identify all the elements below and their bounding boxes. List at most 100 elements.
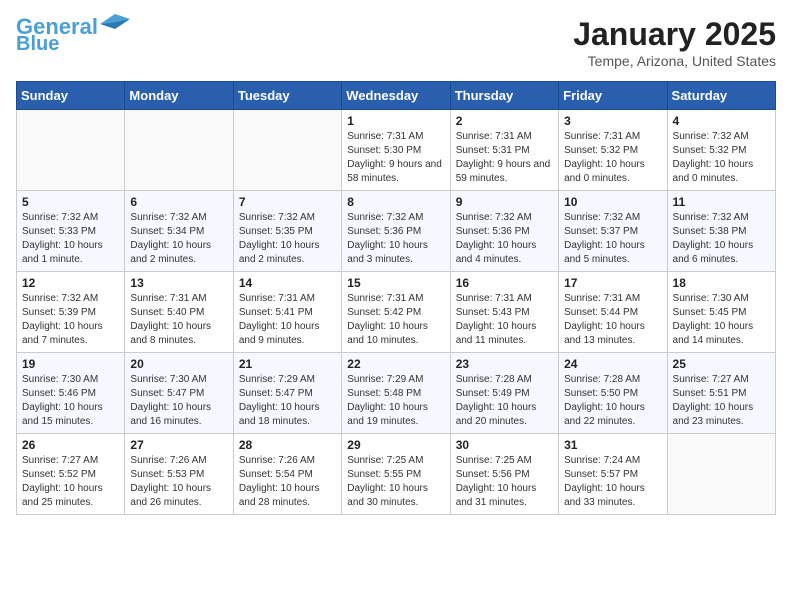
calendar-title: January 2025: [573, 16, 776, 53]
calendar-cell: 20 Sunrise: 7:30 AMSunset: 5:47 PMDayligh…: [125, 353, 233, 434]
logo-bird-icon: [100, 14, 130, 34]
calendar-cell: 6 Sunrise: 7:32 AMSunset: 5:34 PMDaylight…: [125, 191, 233, 272]
calendar-cell: 3Sunrise: 7:31 AMSunset: 5:32 PMDaylight…: [559, 110, 667, 191]
calendar-cell: 2 Sunrise: 7:31 AMSunset: 5:31 PMDaylight…: [450, 110, 558, 191]
calendar-cell: 27Sunrise: 7:26 AMSunset: 5:53 PMDayligh…: [125, 434, 233, 515]
day-number: 6: [130, 195, 227, 209]
calendar-cell: 29 Sunrise: 7:25 AMSunset: 5:55 PMDayligh…: [342, 434, 450, 515]
calendar-cell: 13Sunrise: 7:31 AMSunset: 5:40 PMDayligh…: [125, 272, 233, 353]
day-number: 17: [564, 276, 661, 290]
day-info: Sunrise: 7:32 AMSunset: 5:34 PMDaylight:…: [130, 211, 227, 267]
day-number: 25: [673, 357, 770, 371]
day-info: Sunrise: 7:31 AMSunset: 5:31 PMDaylight:…: [456, 130, 553, 186]
day-number: 15: [347, 276, 444, 290]
day-info: Sunrise: 7:31 AMSunset: 5:30 PMDaylight:…: [347, 130, 444, 186]
calendar-cell: 26 Sunrise: 7:27 AMSunset: 5:52 PMDayligh…: [17, 434, 125, 515]
calendar-subtitle: Tempe, Arizona, United States: [573, 53, 776, 69]
calendar-cell: 9 Sunrise: 7:32 AMSunset: 5:36 PMDaylight…: [450, 191, 558, 272]
day-number: 12: [22, 276, 119, 290]
day-number: 18: [673, 276, 770, 290]
calendar-cell: 8 Sunrise: 7:32 AMSunset: 5:36 PMDaylight…: [342, 191, 450, 272]
day-number: 1: [347, 114, 444, 128]
calendar-cell: 15 Sunrise: 7:31 AMSunset: 5:42 PMDayligh…: [342, 272, 450, 353]
day-number: 23: [456, 357, 553, 371]
day-info: Sunrise: 7:31 AMSunset: 5:43 PMDaylight:…: [456, 292, 553, 348]
day-number: 26: [22, 438, 119, 452]
day-info: Sunrise: 7:32 AMSunset: 5:36 PMDaylight:…: [347, 211, 444, 267]
day-info: Sunrise: 7:27 AMSunset: 5:52 PMDaylight:…: [22, 454, 119, 510]
weekday-header-wednesday: Wednesday: [342, 82, 450, 110]
day-info: Sunrise: 7:29 AMSunset: 5:47 PMDaylight:…: [239, 373, 336, 429]
day-number: 11: [673, 195, 770, 209]
calendar-cell: [125, 110, 233, 191]
day-info: Sunrise: 7:27 AMSunset: 5:51 PMDaylight:…: [673, 373, 770, 429]
weekday-header-friday: Friday: [559, 82, 667, 110]
calendar-cell: 16 Sunrise: 7:31 AMSunset: 5:43 PMDayligh…: [450, 272, 558, 353]
day-number: 20: [130, 357, 227, 371]
logo-text-blue: Blue: [16, 34, 59, 54]
calendar-cell: [667, 434, 775, 515]
calendar-cell: 25 Sunrise: 7:27 AMSunset: 5:51 PMDayligh…: [667, 353, 775, 434]
day-number: 31: [564, 438, 661, 452]
day-info: Sunrise: 7:32 AMSunset: 5:32 PMDaylight:…: [673, 130, 770, 186]
day-number: 4: [673, 114, 770, 128]
logo: General Blue: [16, 16, 130, 54]
day-info: Sunrise: 7:32 AMSunset: 5:38 PMDaylight:…: [673, 211, 770, 267]
calendar-cell: 4 Sunrise: 7:32 AMSunset: 5:32 PMDaylight…: [667, 110, 775, 191]
day-number: 5: [22, 195, 119, 209]
day-number: 10: [564, 195, 661, 209]
calendar-table: SundayMondayTuesdayWednesdayThursdayFrid…: [16, 81, 776, 515]
day-info: Sunrise: 7:32 AMSunset: 5:36 PMDaylight:…: [456, 211, 553, 267]
day-number: 8: [347, 195, 444, 209]
day-info: Sunrise: 7:30 AMSunset: 5:46 PMDaylight:…: [22, 373, 119, 429]
calendar-cell: 21 Sunrise: 7:29 AMSunset: 5:47 PMDayligh…: [233, 353, 341, 434]
day-number: 27: [130, 438, 227, 452]
day-info: Sunrise: 7:28 AMSunset: 5:49 PMDaylight:…: [456, 373, 553, 429]
calendar-cell: 12 Sunrise: 7:32 AMSunset: 5:39 PMDayligh…: [17, 272, 125, 353]
calendar-cell: 1 Sunrise: 7:31 AMSunset: 5:30 PMDaylight…: [342, 110, 450, 191]
calendar-cell: 24 Sunrise: 7:28 AMSunset: 5:50 PMDayligh…: [559, 353, 667, 434]
calendar-cell: 19 Sunrise: 7:30 AMSunset: 5:46 PMDayligh…: [17, 353, 125, 434]
calendar-cell: 30Sunrise: 7:25 AMSunset: 5:56 PMDayligh…: [450, 434, 558, 515]
calendar-cell: 5Sunrise: 7:32 AMSunset: 5:33 PMDaylight…: [17, 191, 125, 272]
title-block: January 2025 Tempe, Arizona, United Stat…: [573, 16, 776, 69]
day-number: 24: [564, 357, 661, 371]
day-info: Sunrise: 7:31 AMSunset: 5:44 PMDaylight:…: [564, 292, 661, 348]
day-number: 30: [456, 438, 553, 452]
day-info: Sunrise: 7:29 AMSunset: 5:48 PMDaylight:…: [347, 373, 444, 429]
day-info: Sunrise: 7:32 AMSunset: 5:37 PMDaylight:…: [564, 211, 661, 267]
day-number: 16: [456, 276, 553, 290]
day-info: Sunrise: 7:25 AMSunset: 5:55 PMDaylight:…: [347, 454, 444, 510]
day-number: 21: [239, 357, 336, 371]
day-number: 14: [239, 276, 336, 290]
day-number: 28: [239, 438, 336, 452]
week-row-1: 1 Sunrise: 7:31 AMSunset: 5:30 PMDaylight…: [17, 110, 776, 191]
day-number: 2: [456, 114, 553, 128]
day-info: Sunrise: 7:28 AMSunset: 5:50 PMDaylight:…: [564, 373, 661, 429]
calendar-cell: 18Sunrise: 7:30 AMSunset: 5:45 PMDayligh…: [667, 272, 775, 353]
day-number: 7: [239, 195, 336, 209]
calendar-cell: 28 Sunrise: 7:26 AMSunset: 5:54 PMDayligh…: [233, 434, 341, 515]
week-row-4: 19 Sunrise: 7:30 AMSunset: 5:46 PMDayligh…: [17, 353, 776, 434]
weekday-header-sunday: Sunday: [17, 82, 125, 110]
week-row-3: 12 Sunrise: 7:32 AMSunset: 5:39 PMDayligh…: [17, 272, 776, 353]
day-number: 22: [347, 357, 444, 371]
day-number: 9: [456, 195, 553, 209]
weekday-header-thursday: Thursday: [450, 82, 558, 110]
day-number: 29: [347, 438, 444, 452]
calendar-cell: [17, 110, 125, 191]
week-row-5: 26 Sunrise: 7:27 AMSunset: 5:52 PMDayligh…: [17, 434, 776, 515]
weekday-header-monday: Monday: [125, 82, 233, 110]
day-info: Sunrise: 7:30 AMSunset: 5:47 PMDaylight:…: [130, 373, 227, 429]
day-number: 19: [22, 357, 119, 371]
day-info: Sunrise: 7:32 AMSunset: 5:39 PMDaylight:…: [22, 292, 119, 348]
day-info: Sunrise: 7:31 AMSunset: 5:40 PMDaylight:…: [130, 292, 227, 348]
calendar-cell: 17 Sunrise: 7:31 AMSunset: 5:44 PMDayligh…: [559, 272, 667, 353]
calendar-cell: 22 Sunrise: 7:29 AMSunset: 5:48 PMDayligh…: [342, 353, 450, 434]
day-info: Sunrise: 7:31 AMSunset: 5:42 PMDaylight:…: [347, 292, 444, 348]
calendar-cell: 23 Sunrise: 7:28 AMSunset: 5:49 PMDayligh…: [450, 353, 558, 434]
week-row-2: 5Sunrise: 7:32 AMSunset: 5:33 PMDaylight…: [17, 191, 776, 272]
day-info: Sunrise: 7:26 AMSunset: 5:54 PMDaylight:…: [239, 454, 336, 510]
calendar-cell: 10 Sunrise: 7:32 AMSunset: 5:37 PMDayligh…: [559, 191, 667, 272]
calendar-cell: [233, 110, 341, 191]
